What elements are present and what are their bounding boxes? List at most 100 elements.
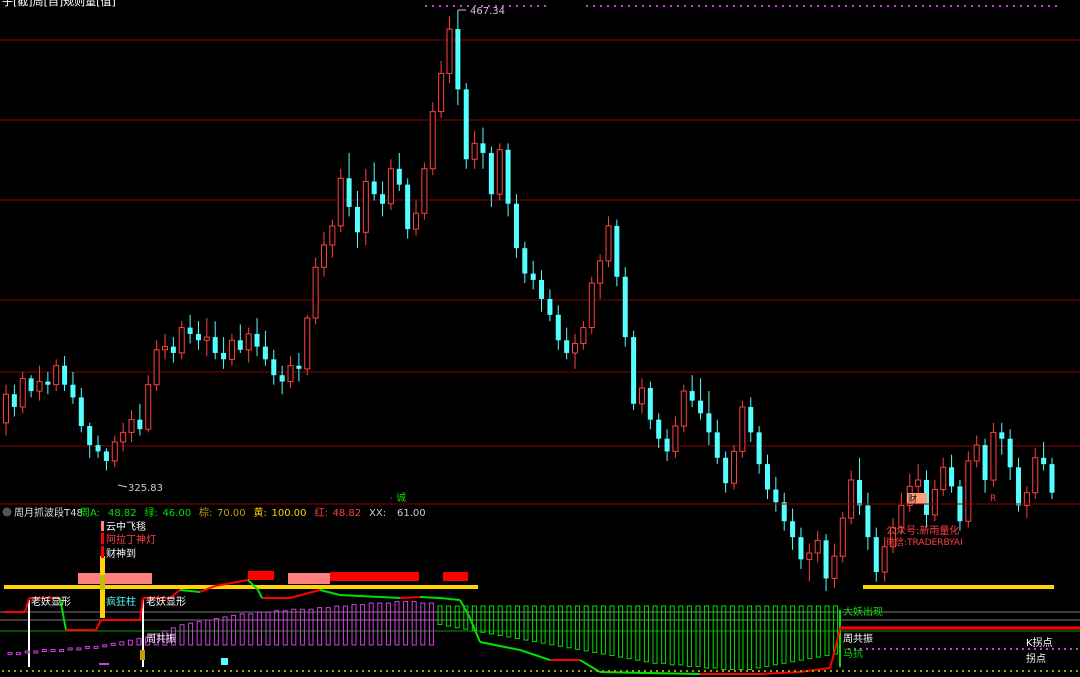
top-dot: [530, 5, 532, 7]
top-dot: [908, 5, 910, 7]
candle: [380, 194, 386, 204]
magenta-dot: [938, 648, 940, 650]
candle: [45, 381, 51, 385]
baseline-dot: [596, 670, 598, 672]
wave-bar: [136, 638, 142, 646]
top-dot: [432, 5, 434, 7]
step-line: [419, 596, 441, 599]
baseline-dot: [380, 670, 382, 672]
baseline-dot: [968, 670, 970, 672]
candle: [680, 390, 687, 427]
baseline-dot: [266, 670, 268, 672]
candle: [455, 29, 461, 90]
baseline-dot: [200, 670, 202, 672]
baseline-dot: [632, 670, 634, 672]
baseline-dot: [674, 670, 676, 672]
wave-bar: [807, 605, 813, 660]
baseline-dot: [170, 670, 172, 672]
candle: [898, 504, 905, 529]
baseline-dot: [500, 670, 502, 672]
step-line: [469, 617, 481, 643]
baseline-dot: [26, 670, 28, 672]
wave-bar: [394, 600, 400, 646]
candle: [1041, 457, 1047, 465]
candle: [2, 393, 10, 424]
baseline-dot: [68, 670, 70, 672]
baseline-dot: [638, 670, 640, 672]
magenta-dot: [884, 648, 886, 650]
candle: [965, 460, 972, 522]
baseline-dot: [104, 670, 106, 672]
top-dot: [964, 5, 966, 7]
magenta-dot: [878, 648, 880, 650]
baseline-dot: [446, 670, 448, 672]
red-block: [248, 571, 274, 580]
top-dot: [999, 5, 1001, 7]
candle: [865, 505, 871, 538]
wave-bar: [265, 611, 271, 646]
magenta-dot: [1022, 648, 1024, 650]
wave-bar: [33, 650, 39, 654]
baseline-dot: [44, 670, 46, 672]
baseline-dot: [554, 670, 556, 672]
red-block: [443, 572, 468, 581]
baseline-dot: [626, 670, 628, 672]
candle: [103, 451, 109, 461]
top-dot: [628, 5, 630, 7]
candle: [1007, 438, 1013, 468]
top-dot: [894, 5, 896, 7]
candle: [221, 352, 227, 360]
baseline-dot: [482, 670, 484, 672]
wave-bar: [127, 639, 133, 646]
wave-bar: [50, 649, 56, 652]
top-dot: [824, 5, 826, 7]
wave-bar: [67, 647, 73, 651]
candle: [881, 546, 888, 573]
annotation-laoyao-1: 老妖显形: [31, 595, 71, 608]
wave-bar: [755, 605, 761, 669]
baseline-dot: [842, 670, 844, 672]
step-line: [459, 599, 471, 619]
baseline-dot: [788, 670, 790, 672]
baseline-dot: [866, 670, 868, 672]
candle: [982, 445, 988, 480]
candle: [814, 539, 821, 554]
baseline-dot: [1010, 670, 1012, 672]
top-dot: [950, 5, 952, 7]
candle: [62, 365, 68, 385]
candle: [153, 349, 160, 386]
candle: [614, 225, 620, 277]
top-dot: [1020, 5, 1022, 7]
baseline-dot: [950, 670, 952, 672]
red-block: [330, 572, 419, 581]
collapse-icon[interactable]: [2, 507, 12, 517]
candle: [87, 426, 93, 446]
baseline-dot: [284, 670, 286, 672]
wave-bar: [506, 605, 512, 638]
baseline-dot: [812, 670, 814, 672]
legend-label: XX:: [369, 508, 386, 519]
baseline-dot: [182, 670, 184, 672]
top-dot: [866, 5, 868, 7]
top-dot: [726, 5, 728, 7]
wave-bar: [325, 607, 331, 646]
wave-bar: [119, 641, 125, 646]
legend-value: 46.00: [163, 508, 192, 519]
wave-bar: [764, 605, 770, 667]
candle: [873, 537, 879, 573]
candle: [940, 466, 947, 491]
top-dot: [803, 5, 805, 7]
baseline-dot: [566, 670, 568, 672]
legend-value: 48.82: [108, 508, 137, 519]
baseline-dot: [80, 670, 82, 672]
baseline-dot: [878, 670, 880, 672]
baseline-dot: [1052, 670, 1054, 672]
top-dot: [523, 5, 525, 7]
wave-bar: [626, 605, 632, 660]
baseline-dot: [602, 670, 604, 672]
baseline-dot: [902, 670, 904, 672]
baseline-dot: [830, 670, 832, 672]
baseline-dot: [434, 670, 436, 672]
top-dot: [642, 5, 644, 7]
wave-bar: [16, 652, 22, 656]
